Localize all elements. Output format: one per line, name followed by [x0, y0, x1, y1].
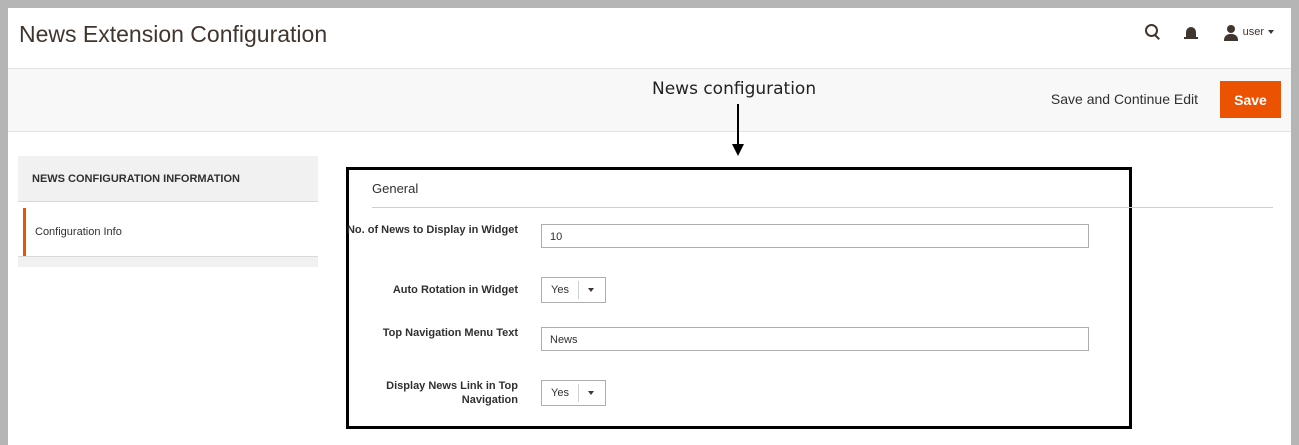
section-divider — [372, 207, 1273, 208]
frame-border-left — [0, 0, 8, 445]
annotation-arrowhead-icon — [732, 144, 744, 156]
frame-border-top — [0, 0, 1299, 8]
chevron-down-icon — [1268, 30, 1274, 34]
header-actions: user — [1144, 22, 1274, 42]
auto-rotation-select[interactable]: Yes — [541, 277, 606, 303]
save-and-continue-button[interactable]: Save and Continue Edit — [1051, 91, 1198, 107]
config-sidebar: NEWS CONFIGURATION INFORMATION Configura… — [18, 156, 318, 267]
user-account-menu[interactable]: user — [1223, 23, 1274, 41]
user-icon — [1223, 25, 1238, 41]
annotation-arrow-icon — [737, 104, 739, 146]
display-news-link-select-value: Yes — [551, 387, 569, 399]
page-title: News Extension Configuration — [19, 21, 328, 47]
news-count-input[interactable]: 10 — [541, 224, 1089, 248]
chevron-down-icon — [588, 391, 594, 395]
sidebar-item-configuration-info[interactable]: Configuration Info — [23, 208, 318, 256]
search-icon[interactable] — [1144, 23, 1162, 41]
display-news-link-select[interactable]: Yes — [541, 380, 606, 406]
top-nav-text-input[interactable]: News — [541, 327, 1089, 351]
chevron-down-icon — [588, 288, 594, 292]
user-name: user — [1242, 26, 1264, 38]
field-label-auto-rotation: Auto Rotation in Widget — [392, 284, 518, 296]
frame-border-right — [1291, 0, 1299, 445]
page-actions-bar: Save and Continue Edit Save — [8, 69, 1291, 132]
annotation-callout-label: News configuration — [652, 79, 817, 99]
field-label-display-news-link: Display News Link in Top Navigation — [386, 380, 518, 406]
section-title-general: General — [372, 181, 419, 196]
sidebar-section-title: NEWS CONFIGURATION INFORMATION — [18, 156, 318, 202]
field-label-top-nav-text: Top Navigation Menu Text — [382, 327, 518, 339]
field-label-news-count: No. of News to Display in Widget — [346, 224, 518, 236]
notifications-bell-icon[interactable] — [1183, 26, 1198, 42]
save-button[interactable]: Save — [1220, 81, 1281, 118]
sidebar-footer — [18, 256, 318, 267]
page-header: News Extension Configuration user — [8, 8, 1291, 69]
auto-rotation-select-value: Yes — [551, 284, 569, 296]
